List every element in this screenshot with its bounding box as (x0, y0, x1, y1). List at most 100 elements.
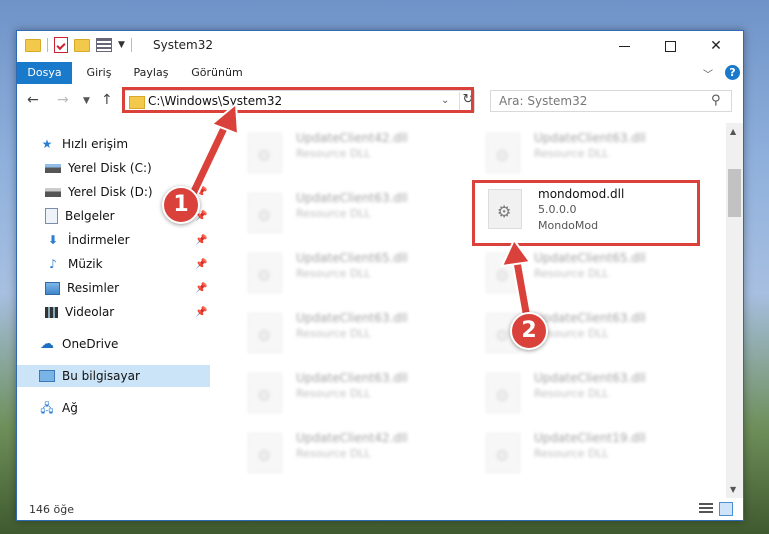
dll-file-icon: ⚙ (248, 313, 282, 353)
sidebar-item-quick-access[interactable]: ★ Hızlı erişim (17, 133, 210, 155)
sidebar-item-videos[interactable]: Videolar 📌 (17, 301, 210, 323)
dll-file-icon: ⚙ (486, 433, 520, 473)
close-icon: ✕ (710, 38, 722, 54)
tab-share[interactable]: Paylaş (130, 62, 172, 84)
quick-access-toolbar: ▼ (25, 37, 132, 53)
file-item[interactable]: ⚙ UpdateClient63.dll Resource DLL (470, 367, 690, 421)
file-type: Resource DLL (296, 327, 371, 340)
star-icon: ★ (41, 137, 53, 151)
navigation-pane: ★ Hızlı erişim Yerel Disk (C:) Yerel Dis… (17, 123, 210, 498)
expand-ribbon-icon[interactable]: ﹀ (703, 66, 713, 81)
scroll-thumb[interactable] (728, 169, 741, 217)
properties-icon[interactable] (54, 37, 68, 53)
sidebar-item-label: Yerel Disk (D:) (68, 185, 153, 199)
scroll-down-icon[interactable]: ▼ (730, 485, 736, 494)
file-name: UpdateClient63.dll (534, 131, 646, 145)
search-placeholder[interactable]: Ara: System32 (499, 94, 587, 108)
sidebar-item-local-disk-c[interactable]: Yerel Disk (C:) (17, 157, 210, 179)
help-icon[interactable]: ? (725, 65, 740, 80)
gear-icon: ⚙ (257, 326, 272, 345)
forward-arrow-icon[interactable]: → (57, 92, 69, 108)
folder-icon[interactable] (25, 38, 41, 52)
sidebar-item-onedrive[interactable]: ☁ OneDrive (17, 333, 210, 355)
file-item[interactable]: ⚙ UpdateClient42.dll Resource DLL (232, 127, 452, 181)
file-name: UpdateClient63.dll (296, 311, 408, 325)
file-item[interactable]: ⚙ UpdateClient42.dll Resource DLL (232, 427, 452, 481)
dll-file-icon: ⚙ (248, 253, 282, 293)
up-arrow-icon[interactable]: ↑ (101, 92, 113, 108)
tab-file[interactable]: Dosya (17, 62, 72, 84)
sidebar-item-label: Hızlı erişim (62, 137, 129, 151)
file-item[interactable]: ⚙ UpdateClient65.dll Resource DLL (470, 247, 690, 301)
sidebar-item-label: İndirmeler (68, 233, 130, 247)
file-type: Resource DLL (534, 147, 609, 160)
gear-icon: ⚙ (257, 446, 272, 465)
sidebar-item-label: Videolar (65, 305, 115, 319)
gear-icon: ⚙ (495, 326, 510, 345)
pin-icon[interactable]: 📌 (195, 307, 207, 318)
maximize-button[interactable] (647, 31, 693, 61)
sidebar-item-label: OneDrive (62, 337, 119, 351)
file-name: UpdateClient19.dll (534, 431, 646, 445)
new-folder-icon[interactable] (74, 38, 90, 52)
computer-icon (39, 370, 55, 382)
file-name: UpdateClient63.dll (296, 191, 408, 205)
search-box[interactable]: Ara: System32 ⚲ (490, 90, 732, 112)
cloud-icon: ☁ (40, 336, 54, 352)
toolbar-divider (47, 38, 48, 52)
file-type: Resource DLL (296, 387, 371, 400)
file-item[interactable]: ⚙ UpdateClient63.dll Resource DLL (470, 127, 690, 181)
scroll-up-icon[interactable]: ▲ (730, 127, 736, 136)
vertical-scrollbar[interactable]: ▲ ▼ (726, 123, 743, 498)
file-name: UpdateClient63.dll (296, 371, 408, 385)
gear-icon: ⚙ (495, 446, 510, 465)
file-item[interactable]: ⚙ UpdateClient63.dll Resource DLL (232, 307, 452, 361)
search-icon[interactable]: ⚲ (711, 93, 721, 108)
file-name: UpdateClient63.dll (534, 371, 646, 385)
file-item[interactable]: ⚙ UpdateClient65.dll Resource DLL (232, 247, 452, 301)
pictures-icon (45, 281, 60, 295)
file-type: Resource DLL (534, 267, 609, 280)
details-view-icon[interactable] (699, 503, 713, 515)
sidebar-item-downloads[interactable]: ⬇ İndirmeler 📌 (17, 229, 210, 251)
item-count: 146 öğe (29, 503, 74, 516)
gear-icon: ⚙ (257, 266, 272, 285)
step-2-badge: 2 (510, 312, 548, 350)
sidebar-item-this-pc[interactable]: Bu bilgisayar (17, 365, 210, 387)
file-name: UpdateClient63.dll (534, 311, 646, 325)
minimize-icon (618, 45, 630, 47)
step-1-badge: 1 (162, 186, 200, 224)
file-item[interactable]: ⚙ UpdateClient63.dll Resource DLL (232, 187, 452, 241)
file-name: UpdateClient42.dll (296, 431, 408, 445)
gear-icon: ⚙ (495, 146, 510, 165)
back-arrow-icon[interactable]: ← (27, 92, 39, 108)
dll-file-icon: ⚙ (486, 253, 520, 293)
file-item[interactable]: ⚙ UpdateClient63.dll Resource DLL (232, 367, 452, 421)
sidebar-item-pictures[interactable]: Resimler 📌 (17, 277, 210, 299)
file-name: UpdateClient65.dll (296, 251, 408, 265)
pin-icon[interactable]: 📌 (195, 283, 207, 294)
pin-icon[interactable]: 📌 (195, 235, 207, 246)
close-button[interactable]: ✕ (693, 31, 739, 61)
view-icon[interactable] (96, 38, 112, 52)
gear-icon: ⚙ (257, 146, 272, 165)
tab-home[interactable]: Giriş (80, 62, 118, 84)
sidebar-item-label: Belgeler (65, 209, 115, 223)
sidebar-item-network[interactable]: 🖧 Ağ (17, 397, 210, 419)
toolbar-divider (130, 38, 132, 52)
status-bar: 146 öğe (17, 500, 743, 520)
sidebar-item-music[interactable]: ♪ Müzik 📌 (17, 253, 210, 275)
file-item[interactable]: ⚙ UpdateClient63.dll Resource DLL (470, 307, 690, 361)
gear-icon: ⚙ (257, 386, 272, 405)
recent-locations-icon[interactable]: ▼ (83, 96, 90, 106)
customize-toolbar-icon[interactable]: ▼ (118, 40, 125, 50)
dll-file-icon: ⚙ (486, 373, 520, 413)
tiles-view-icon[interactable] (719, 502, 733, 516)
pin-icon[interactable]: 📌 (195, 259, 207, 270)
tab-view[interactable]: Görünüm (187, 62, 247, 84)
sidebar-item-label: Yerel Disk (C:) (68, 161, 152, 175)
file-highlight-box (472, 180, 700, 246)
file-item[interactable]: ⚙ UpdateClient19.dll Resource DLL (470, 427, 690, 481)
minimize-button[interactable] (601, 31, 647, 61)
documents-icon (45, 208, 58, 224)
